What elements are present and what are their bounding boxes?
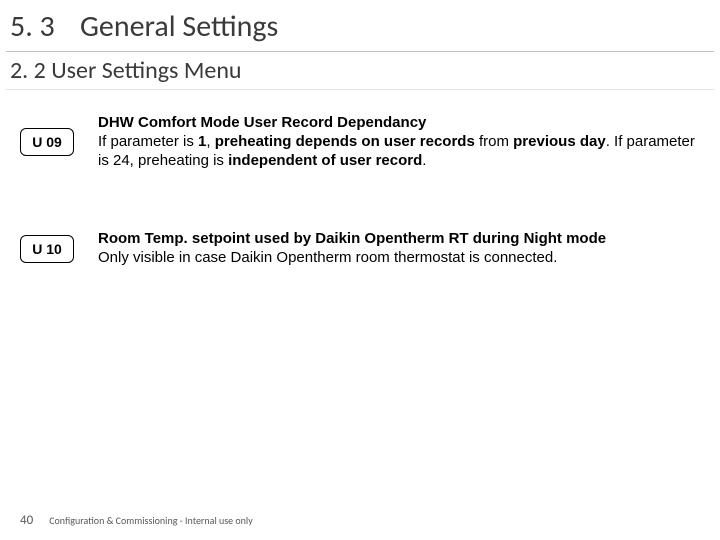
parameter-title: DHW Comfort Mode User Record Dependancy <box>98 114 700 133</box>
parameter-code-badge: U 10 <box>20 235 74 263</box>
parameter-body: If parameter is 1, preheating depends on… <box>98 133 695 169</box>
slide-footer: 40 Configuration & Commissioning - Inter… <box>20 513 253 528</box>
parameter-row: U 10 Room Temp. setpoint used by Daikin … <box>20 230 700 268</box>
footer-text: Configuration & Commissioning - Internal… <box>49 514 253 527</box>
content-body: U 09 DHW Comfort Mode User Record Depend… <box>0 90 720 268</box>
section-title: General Settings <box>80 8 278 45</box>
parameter-body: Only visible in case Daikin Opentherm ro… <box>98 249 557 266</box>
parameter-row: U 09 DHW Comfort Mode User Record Depend… <box>20 114 700 170</box>
slide-header: 5. 3 General Settings <box>0 0 720 49</box>
subheading: 2. 2 User Settings Menu <box>0 52 720 89</box>
parameter-description: Room Temp. setpoint used by Daikin Opent… <box>98 230 700 268</box>
page-number: 40 <box>20 513 33 528</box>
parameter-title: Room Temp. setpoint used by Daikin Opent… <box>98 230 700 249</box>
parameter-code-badge: U 09 <box>20 128 74 156</box>
parameter-description: DHW Comfort Mode User Record Dependancy … <box>98 114 700 170</box>
section-number: 5. 3 <box>10 8 80 45</box>
